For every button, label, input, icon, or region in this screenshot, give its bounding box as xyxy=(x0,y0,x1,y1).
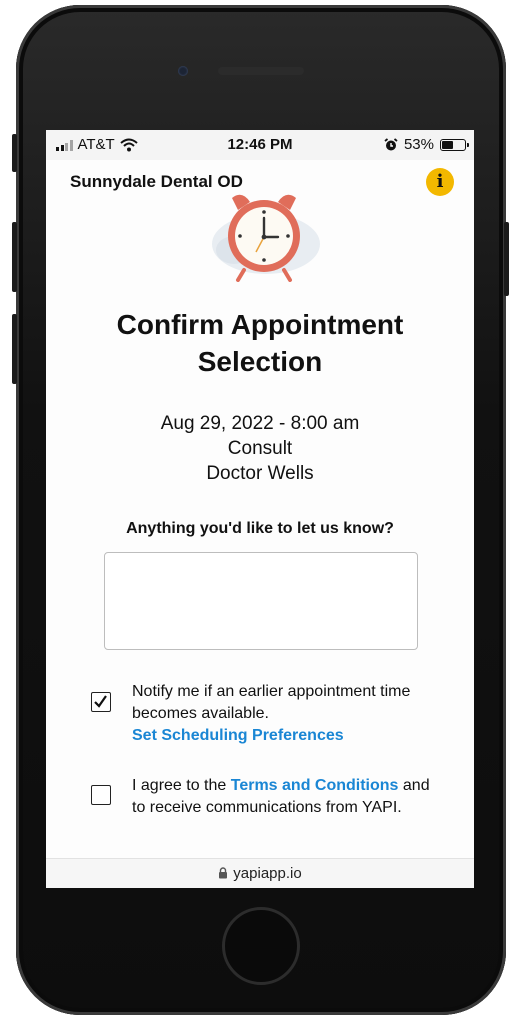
terms-prefix: I agree to the xyxy=(132,777,231,794)
notes-label: Anything you'd like to let us know? xyxy=(126,520,394,537)
home-button[interactable] xyxy=(222,907,300,985)
browser-url: yapiapp.io xyxy=(233,865,302,882)
appointment-provider: Doctor Wells xyxy=(206,463,314,484)
scheduling-preferences-link[interactable]: Set Scheduling Preferences xyxy=(132,727,344,744)
terms-option: I agree to the Terms and Conditions and … xyxy=(132,775,442,819)
battery-icon xyxy=(440,138,469,151)
appointment-type: Consult xyxy=(227,438,293,459)
lock-icon xyxy=(218,860,228,879)
volume-down-button xyxy=(12,314,17,384)
notes-textarea[interactable] xyxy=(104,552,418,650)
front-camera xyxy=(178,66,188,76)
earpiece-speaker xyxy=(218,67,304,75)
checkmark-icon xyxy=(94,695,107,708)
alarm-icon xyxy=(384,137,398,150)
battery-fill xyxy=(442,140,453,149)
mute-switch xyxy=(12,134,17,172)
appointment-datetime: Aug 29, 2022 - 8:00 am xyxy=(160,413,360,434)
notify-option: Notify me if an earlier appointment time… xyxy=(132,681,442,747)
browser-url-bar[interactable]: yapiapp.io xyxy=(46,858,474,888)
phone-screen: AT&T 12:46 PM 53% Sunnydale Dental OD i xyxy=(46,130,474,888)
info-button[interactable]: i xyxy=(426,168,454,196)
page-title-line-1: Confirm Appointment xyxy=(116,309,404,340)
volume-up-button xyxy=(12,222,17,292)
notify-checkbox[interactable] xyxy=(91,692,111,712)
appointment-details: Aug 29, 2022 - 8:00 am Consult Doctor We… xyxy=(46,411,474,486)
status-bar: AT&T 12:46 PM 53% xyxy=(46,130,474,160)
status-right: 53% xyxy=(384,136,469,153)
page-title: Confirm Appointment Selection xyxy=(46,306,474,380)
battery-percent: 53% xyxy=(403,136,434,153)
terms-link[interactable]: Terms and Conditions xyxy=(231,777,399,794)
alarm-clock-icon xyxy=(212,194,320,282)
page-title-line-2: Selection xyxy=(197,346,323,377)
clinic-name: Sunnydale Dental OD xyxy=(70,172,243,191)
terms-checkbox[interactable] xyxy=(91,785,111,805)
power-button xyxy=(504,222,509,296)
notify-text: Notify me if an earlier appointment time… xyxy=(132,683,411,722)
